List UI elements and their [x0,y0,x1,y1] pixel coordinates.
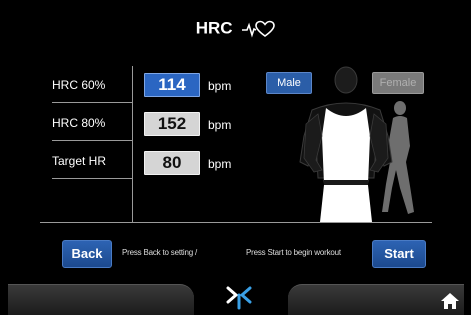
label-empty-row [52,182,132,216]
male-button[interactable]: Male [266,72,312,94]
hr-panel: HRC 60% HRC 80% Target HR 114 bpm 152 bp… [40,66,432,223]
hrc-screen: HRC HRC 60% HRC 80% Target HR 114 bpm 15… [0,0,471,315]
hrc-80-unit: bpm [208,118,232,132]
hrc-60-unit: bpm [208,79,232,93]
footer-bar [0,282,471,315]
hrc-60-value[interactable]: 114 [144,73,200,97]
label-hrc-60: HRC 60% [52,68,132,103]
start-button[interactable]: Start [372,240,426,268]
page-title-text: HRC [195,18,233,38]
back-button[interactable]: Back [62,240,112,268]
action-bar: Back Press Back to setting / Press Start… [0,236,471,272]
label-target-hr: Target HR [52,144,132,179]
label-column: HRC 60% HRC 80% Target HR [40,66,133,222]
hrc-80-value[interactable]: 152 [144,112,200,136]
heart-pulse-icon [242,20,276,38]
target-hr-unit: bpm [208,157,232,171]
footer-tab-right[interactable] [288,284,464,315]
female-silhouette-icon [382,101,414,214]
female-button[interactable]: Female [372,72,424,94]
home-icon[interactable] [440,292,460,310]
start-hint: Press Start to begin workout [246,248,341,257]
page-title: HRC [0,18,471,39]
label-hrc-80: HRC 80% [52,106,132,141]
brand-logo-icon[interactable] [224,282,254,310]
back-hint: Press Back to setting / [122,248,197,257]
footer-tab-left[interactable] [8,284,194,315]
target-hr-value[interactable]: 80 [144,151,200,175]
